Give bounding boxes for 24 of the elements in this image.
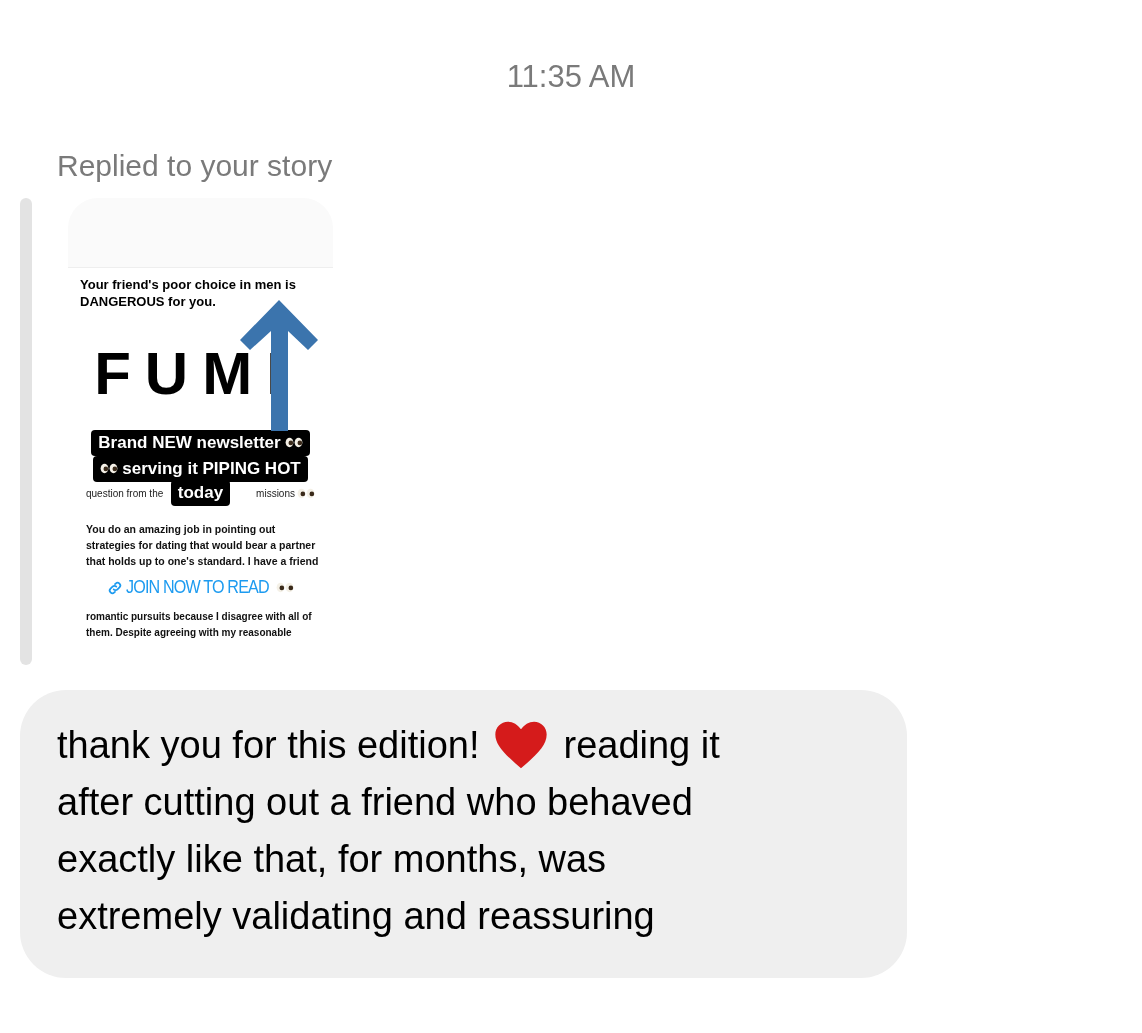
link-text: JOIN NOW TO READ xyxy=(126,575,270,600)
eyes-icon xyxy=(275,582,294,593)
story-text: them. Despite agreeing with my reasonable xyxy=(86,625,293,640)
link-icon xyxy=(107,579,124,596)
message-text: after cutting out a friend who behaved xyxy=(57,780,693,825)
timestamp: 11:35 AM xyxy=(506,58,636,96)
message-text: exactly like that, for months, was xyxy=(57,837,607,882)
eyes-icon xyxy=(297,488,315,499)
eyes-icon xyxy=(284,437,303,448)
story-text: romantic pursuits because I disagree with all of xyxy=(86,609,313,624)
reply-label: Replied to your story xyxy=(57,148,333,182)
story-text: strategies for dating that would bear a partner xyxy=(86,537,315,553)
caption-text: serving it PIPING HOT xyxy=(122,458,301,479)
caption-text: Brand NEW newsletter xyxy=(98,432,281,453)
heart-icon xyxy=(493,719,550,771)
story-text: missions xyxy=(256,487,295,501)
story-text: You do an amazing job in pointing out xyxy=(86,521,277,537)
caption-text: today xyxy=(177,482,224,503)
message-text: reading it xyxy=(563,723,720,768)
story-text: question from the xyxy=(86,487,164,501)
eyes-icon xyxy=(100,463,119,474)
message-text: extremely validating and reassuring xyxy=(57,894,655,939)
message-text: thank you for this edition! xyxy=(57,723,480,768)
story-headline: Your friend's poor choice in men is DANGEROUS for you. xyxy=(80,275,297,310)
